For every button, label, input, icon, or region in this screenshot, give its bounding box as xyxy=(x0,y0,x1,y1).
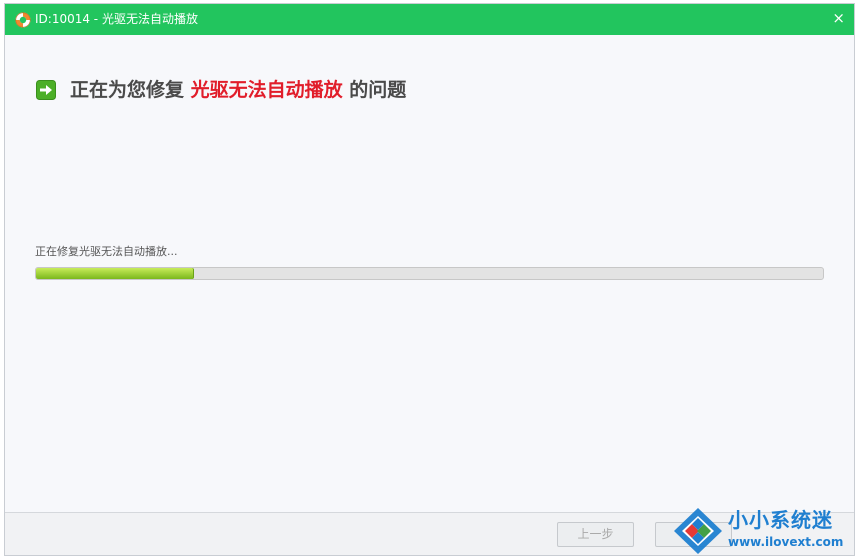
heading-prefix: 正在为您修复 xyxy=(70,79,191,101)
heading-suffix: 的问题 xyxy=(342,79,407,101)
prev-step-button[interactable]: 上一步 xyxy=(557,522,634,547)
progress-bar xyxy=(35,267,824,280)
watermark-url: www.ilovext.com xyxy=(728,535,844,549)
lifebuoy-icon xyxy=(15,12,31,28)
title-bar[interactable]: ID:10014 - 光驱无法自动播放 × xyxy=(5,4,854,35)
close-icon[interactable]: × xyxy=(832,9,845,27)
heading-text: 正在为您修复 光驱无法自动播放 的问题 xyxy=(70,77,406,103)
status-text: 正在修复光驱无法自动播放... xyxy=(35,245,178,258)
watermark: 小小系统迷 www.ilovext.com xyxy=(668,504,854,556)
watermark-logo xyxy=(674,508,722,554)
watermark-name: 小小系统迷 xyxy=(728,508,833,532)
window-title: ID:10014 - 光驱无法自动播放 xyxy=(35,12,198,26)
green-arrow-icon xyxy=(36,80,56,100)
repair-dialog: ID:10014 - 光驱无法自动播放 × 正在为您修复 光驱无法自动播放 的问… xyxy=(4,3,855,556)
heading-problem-name: 光驱无法自动播放 xyxy=(190,79,343,101)
progress-fill xyxy=(36,268,195,279)
